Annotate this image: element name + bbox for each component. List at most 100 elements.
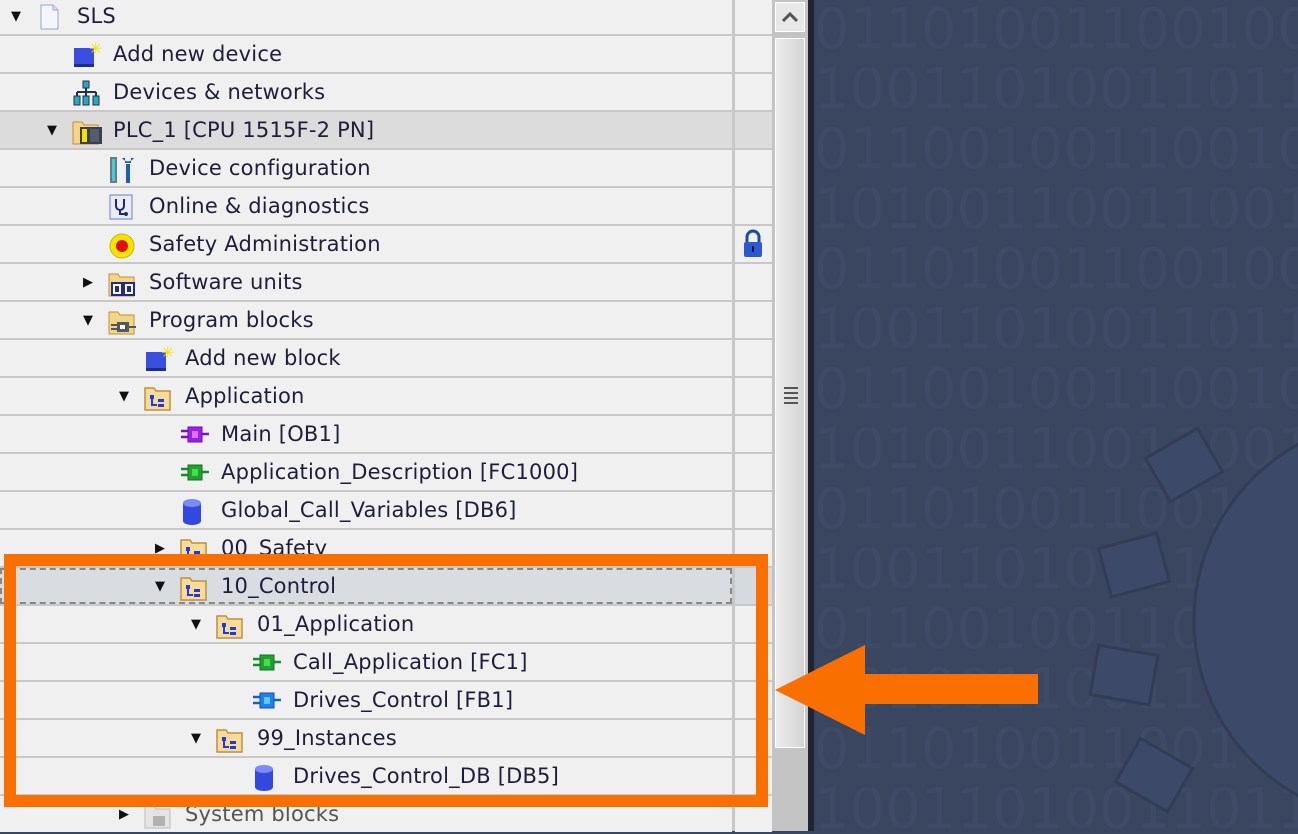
plc-folder-icon — [72, 118, 102, 145]
tree-item[interactable]: ▶ 00_Safety — [0, 530, 772, 566]
tree-item-label: Add new block — [185, 346, 341, 370]
tree-item-status-cell — [735, 150, 772, 186]
tree-item-label: SLS — [77, 4, 116, 28]
tree-item-label: PLC_1 [CPU 1515F-2 PN] — [113, 118, 375, 142]
collapse-caret-icon[interactable]: ▼ — [152, 568, 168, 604]
tree-item[interactable]: ▼ Application — [0, 378, 772, 414]
tree-item[interactable]: ▼ PLC_1 [CPU 1515F-2 PN] — [0, 112, 772, 148]
tree-item-cell[interactable] — [0, 416, 732, 452]
tree-item-cell[interactable] — [0, 378, 732, 414]
tree-item-status-cell — [735, 492, 772, 528]
tree-item-cell[interactable] — [0, 568, 732, 604]
collapse-caret-icon[interactable]: ▼ — [188, 720, 204, 756]
collapse-caret-icon[interactable]: ▼ — [116, 378, 132, 414]
tree-item[interactable]: ▶ System blocks — [0, 796, 772, 832]
tree-item-status-cell — [735, 758, 772, 794]
tree-item-label: Drives_Control [FB1] — [293, 688, 514, 712]
tree-item[interactable]: ✳ Add new block — [0, 340, 772, 376]
tree-item[interactable]: Drives_Control_DB [DB5] — [0, 758, 772, 794]
scroll-thumb[interactable] — [775, 38, 805, 748]
tree-item-cell[interactable] — [0, 530, 732, 566]
tree-item-label: Global_Call_Variables [DB6] — [221, 498, 517, 522]
tree-item-status-cell — [735, 568, 772, 604]
tree-item[interactable]: Devices & networks — [0, 74, 772, 110]
group-folder-icon — [180, 574, 207, 601]
tree-item-cell[interactable] — [0, 36, 732, 72]
tree-item-label: Add new device — [113, 42, 283, 66]
tree-item-label: Call_Application [FC1] — [293, 650, 528, 674]
tree-item-status-cell — [735, 416, 772, 452]
tree-item[interactable]: Drives_Control [FB1] — [0, 682, 772, 718]
expand-caret-icon[interactable]: ▶ — [80, 264, 96, 300]
tree-item-status-cell — [735, 264, 772, 300]
tree-item-cell[interactable] — [0, 796, 732, 832]
tree-item[interactable]: Global_Call_Variables [DB6] — [0, 492, 772, 528]
db-block-icon — [180, 498, 206, 525]
tree-item[interactable]: Online & diagnostics — [0, 188, 772, 224]
tree-item[interactable]: Device configuration — [0, 150, 772, 186]
tree-item-cell[interactable] — [0, 340, 732, 376]
tree-item-label: Safety Administration — [149, 232, 381, 256]
tree-item-status-cell — [735, 226, 772, 262]
tree-item-status-cell — [735, 682, 772, 718]
tree-item-status-cell — [735, 74, 772, 110]
tree-item-status-cell — [735, 188, 772, 224]
ob-block-icon — [180, 422, 209, 446]
add-new-block-icon: ✳ — [144, 343, 174, 371]
collapse-caret-icon[interactable]: ▼ — [44, 112, 60, 148]
add-new-device-icon: ✳ — [72, 39, 102, 67]
project-tree: ▼ SLS ✳ Add new device Devices & networks ▼ PL… — [0, 0, 772, 832]
tree-item-label: Drives_Control_DB [DB5] — [293, 764, 560, 788]
scroll-up-button[interactable] — [775, 2, 805, 32]
tree-item-label: 99_Instances — [257, 726, 397, 750]
group-folder-icon — [216, 612, 243, 639]
group-folder-icon — [216, 726, 243, 753]
tree-item-label: 00_Safety — [221, 536, 328, 560]
expand-caret-icon[interactable]: ▶ — [152, 530, 168, 566]
chevron-up-icon — [782, 12, 798, 22]
software-units-folder-icon — [108, 270, 135, 297]
tree-item-status-cell — [735, 340, 772, 376]
arrow-left-icon — [775, 645, 1038, 735]
collapse-caret-icon[interactable]: ▼ — [188, 606, 204, 642]
tree-item-label: System blocks — [185, 802, 340, 826]
expand-caret-icon[interactable]: ▶ — [116, 796, 132, 832]
tree-item[interactable]: Safety Administration — [0, 226, 772, 262]
svg-text:✳: ✳ — [89, 42, 102, 58]
collapse-caret-icon[interactable]: ▼ — [80, 302, 96, 338]
tree-item-label: 10_Control — [221, 574, 337, 598]
tree-item-label: Online & diagnostics — [149, 194, 370, 218]
gear-watermark-icon — [1088, 426, 1298, 814]
tree-item-label: Device configuration — [149, 156, 371, 180]
tree-item[interactable]: ▼ SLS — [0, 0, 772, 34]
tree-item[interactable]: Main [OB1] — [0, 416, 772, 452]
project-document-icon — [36, 4, 62, 30]
svg-text:✳: ✳ — [161, 346, 174, 362]
system-blocks-folder-icon — [144, 802, 171, 829]
collapse-caret-icon[interactable]: ▼ — [8, 0, 24, 34]
tree-item-status-cell — [735, 378, 772, 414]
tree-item[interactable]: ▼ 10_Control — [0, 568, 772, 604]
tree-item[interactable]: Application_Description [FC1000] — [0, 454, 772, 490]
tree-item-status-cell — [735, 796, 772, 832]
tree-item[interactable]: ▼ 99_Instances — [0, 720, 772, 756]
tree-item[interactable]: ▼ Program blocks — [0, 302, 772, 338]
tree-item-status-cell — [735, 606, 772, 642]
group-folder-icon — [144, 384, 171, 411]
device-configuration-icon — [108, 156, 134, 183]
tree-item-status-cell — [735, 454, 772, 490]
tree-item-status-cell — [735, 0, 772, 34]
tree-item-status-cell — [735, 644, 772, 680]
tree-item-label: Program blocks — [149, 308, 314, 332]
lock-icon — [744, 229, 762, 257]
tree-item[interactable]: ✳ Add new device — [0, 36, 772, 72]
tree-item[interactable]: ▼ 01_Application — [0, 606, 772, 642]
tree-item-cell[interactable] — [0, 74, 732, 110]
tree-item-label: Devices & networks — [113, 80, 326, 104]
tree-item-label: Software units — [149, 270, 303, 294]
fb-block-icon — [252, 688, 281, 712]
tree-item[interactable]: ▶ Software units — [0, 264, 772, 300]
tree-item[interactable]: Call_Application [FC1] — [0, 644, 772, 680]
safety-administration-icon — [108, 232, 135, 259]
tree-item-status-cell — [735, 302, 772, 338]
